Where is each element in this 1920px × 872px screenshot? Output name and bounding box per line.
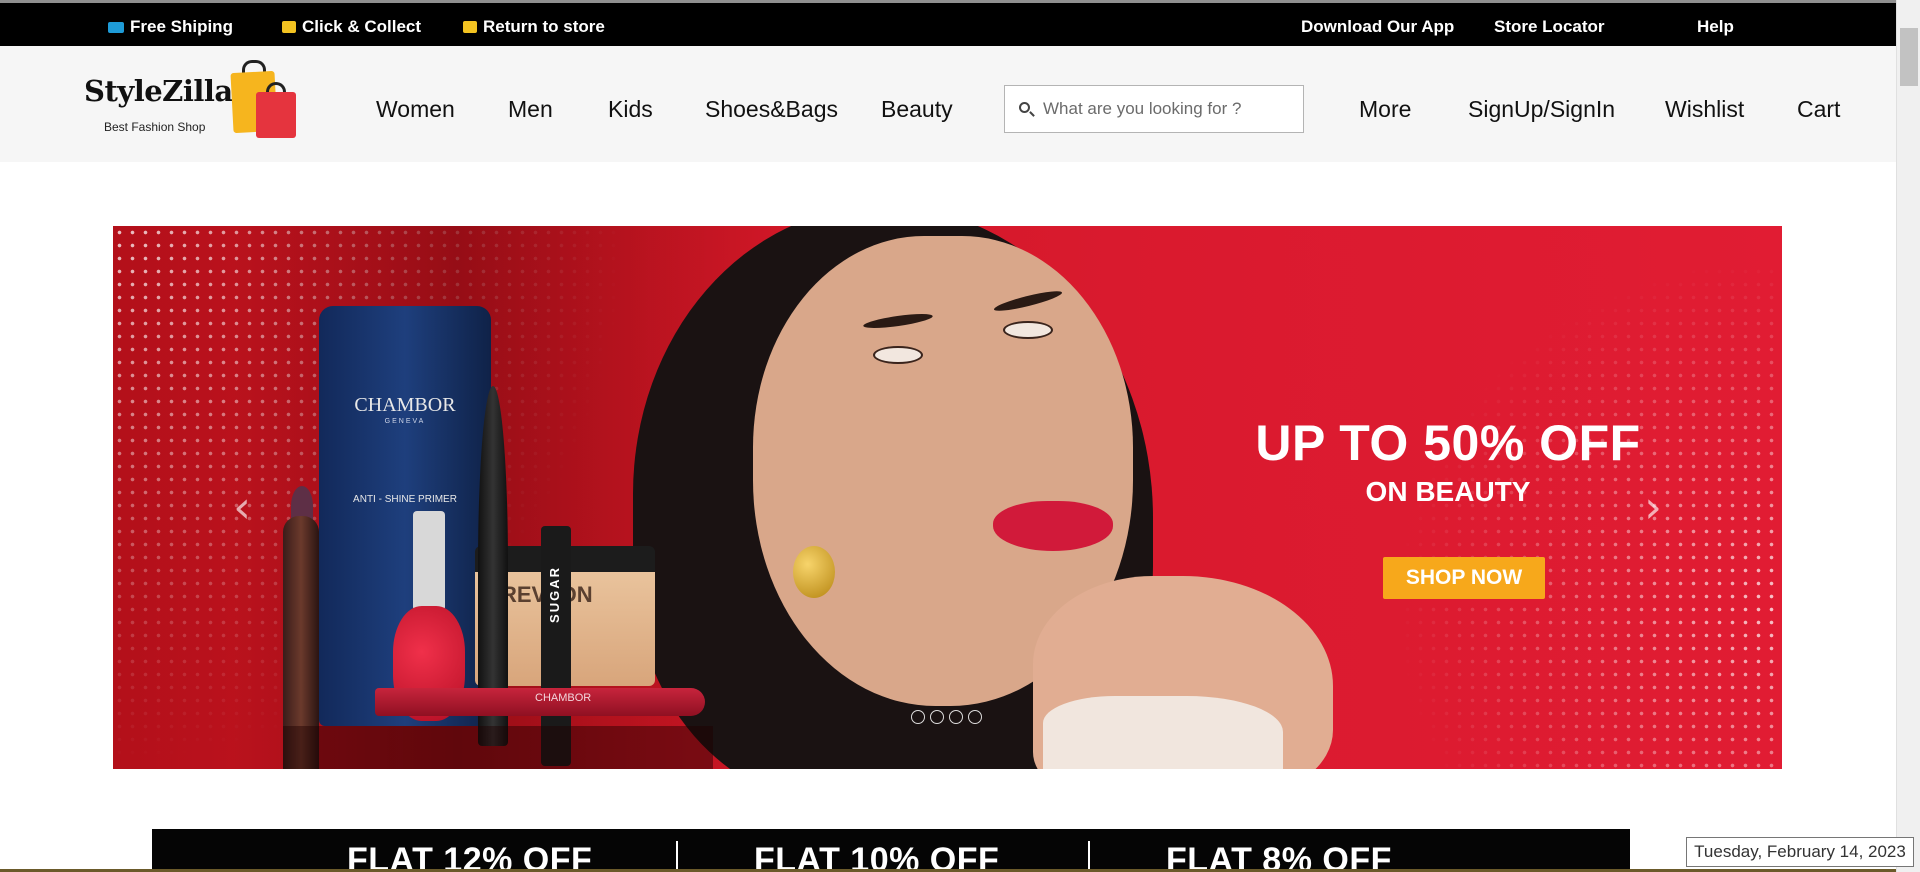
logo-bag-icon [256, 92, 296, 138]
carousel-indicator-4[interactable] [968, 710, 982, 724]
nav-kids[interactable]: Kids [608, 96, 653, 123]
shopping-bag-icon [282, 21, 296, 33]
search-box [1004, 85, 1304, 133]
nav-men[interactable]: Men [508, 96, 553, 123]
model-lips [993, 501, 1113, 551]
nav-beauty[interactable]: Beauty [881, 96, 953, 123]
nav-more[interactable]: More [1359, 96, 1411, 123]
carousel-indicator-2[interactable] [930, 710, 944, 724]
free-shipping-label: Free Shiping [130, 17, 233, 36]
carousel-indicator-1[interactable] [911, 710, 925, 724]
carousel-indicators [911, 710, 982, 724]
lip-crayon-product: CHAMBOR [375, 688, 705, 716]
search-icon [1019, 102, 1030, 113]
scrollbar-thumb[interactable] [1900, 28, 1918, 86]
shop-now-button[interactable]: SHOP NOW [1383, 557, 1545, 599]
nav-women[interactable]: Women [376, 96, 455, 123]
promo-headline: UP TO 50% OFF [1255, 415, 1641, 471]
logo-title: StyleZilla [84, 74, 233, 108]
model-sleeve [1043, 696, 1283, 769]
logo-tagline: Best Fashion Shop [104, 120, 206, 134]
offer-divider [1088, 841, 1090, 872]
return-to-store-label: Return to store [483, 17, 605, 36]
sugar-brand: SUGAR [547, 566, 562, 623]
offer-divider [676, 841, 678, 872]
click-collect-label: Click & Collect [302, 17, 422, 36]
nail-polish-cap [413, 511, 445, 611]
nav-cart[interactable]: Cart [1797, 96, 1840, 123]
model-earring [793, 546, 835, 598]
store-locator-link[interactable]: Store Locator [1494, 17, 1605, 37]
shopping-bag-icon [463, 21, 477, 33]
promo-subheadline: ON BEAUTY [1365, 476, 1531, 507]
primer-label: ANTI - SHINE PRIMER [353, 494, 457, 505]
offers-strip: FLAT 12% OFF FLAT 10% OFF FLAT 8% OFF [152, 829, 1630, 872]
crayon-brand: CHAMBOR [535, 692, 592, 704]
logo[interactable]: StyleZilla Best Fashion Shop [84, 60, 298, 148]
download-app-link[interactable]: Download Our App [1301, 17, 1454, 37]
model-eye [873, 346, 923, 364]
truck-icon [108, 21, 124, 33]
return-to-store-link[interactable]: Return to store [463, 17, 605, 37]
model-eye [1003, 321, 1053, 339]
help-link[interactable]: Help [1697, 17, 1734, 37]
main-header: StyleZilla Best Fashion Shop Women Men K… [0, 46, 1896, 162]
primer-brand: CHAMBOR [354, 394, 456, 416]
vertical-scrollbar[interactable] [1896, 0, 1920, 872]
product-reflection [283, 726, 713, 769]
click-collect-link[interactable]: Click & Collect [282, 17, 421, 37]
offer-flat-12[interactable]: FLAT 12% OFF [347, 841, 592, 872]
carousel-indicator-3[interactable] [949, 710, 963, 724]
nav-wishlist[interactable]: Wishlist [1665, 96, 1744, 123]
nav-signup-signin[interactable]: SignUp/SignIn [1468, 96, 1615, 123]
chevron-right-icon[interactable]: › [1638, 486, 1668, 530]
hero-carousel: CHAMBOR GENEVA ANTI - SHINE PRIMER REVLO… [113, 226, 1782, 769]
date-tooltip: Tuesday, February 14, 2023 [1686, 837, 1914, 867]
primer-brand-sub: GENEVA [384, 418, 426, 425]
top-bar: Free Shiping Click & Collect Return to s… [0, 0, 1896, 46]
offer-flat-8[interactable]: FLAT 8% OFF [1166, 841, 1392, 872]
chevron-left-icon[interactable]: ‹ [227, 486, 257, 530]
offer-flat-10[interactable]: FLAT 10% OFF [754, 841, 999, 872]
free-shipping-link[interactable]: Free Shiping [108, 17, 233, 37]
page: Free Shiping Click & Collect Return to s… [0, 0, 1920, 872]
nav-shoes-bags[interactable]: Shoes&Bags [705, 96, 838, 123]
search-input[interactable] [1043, 86, 1293, 132]
